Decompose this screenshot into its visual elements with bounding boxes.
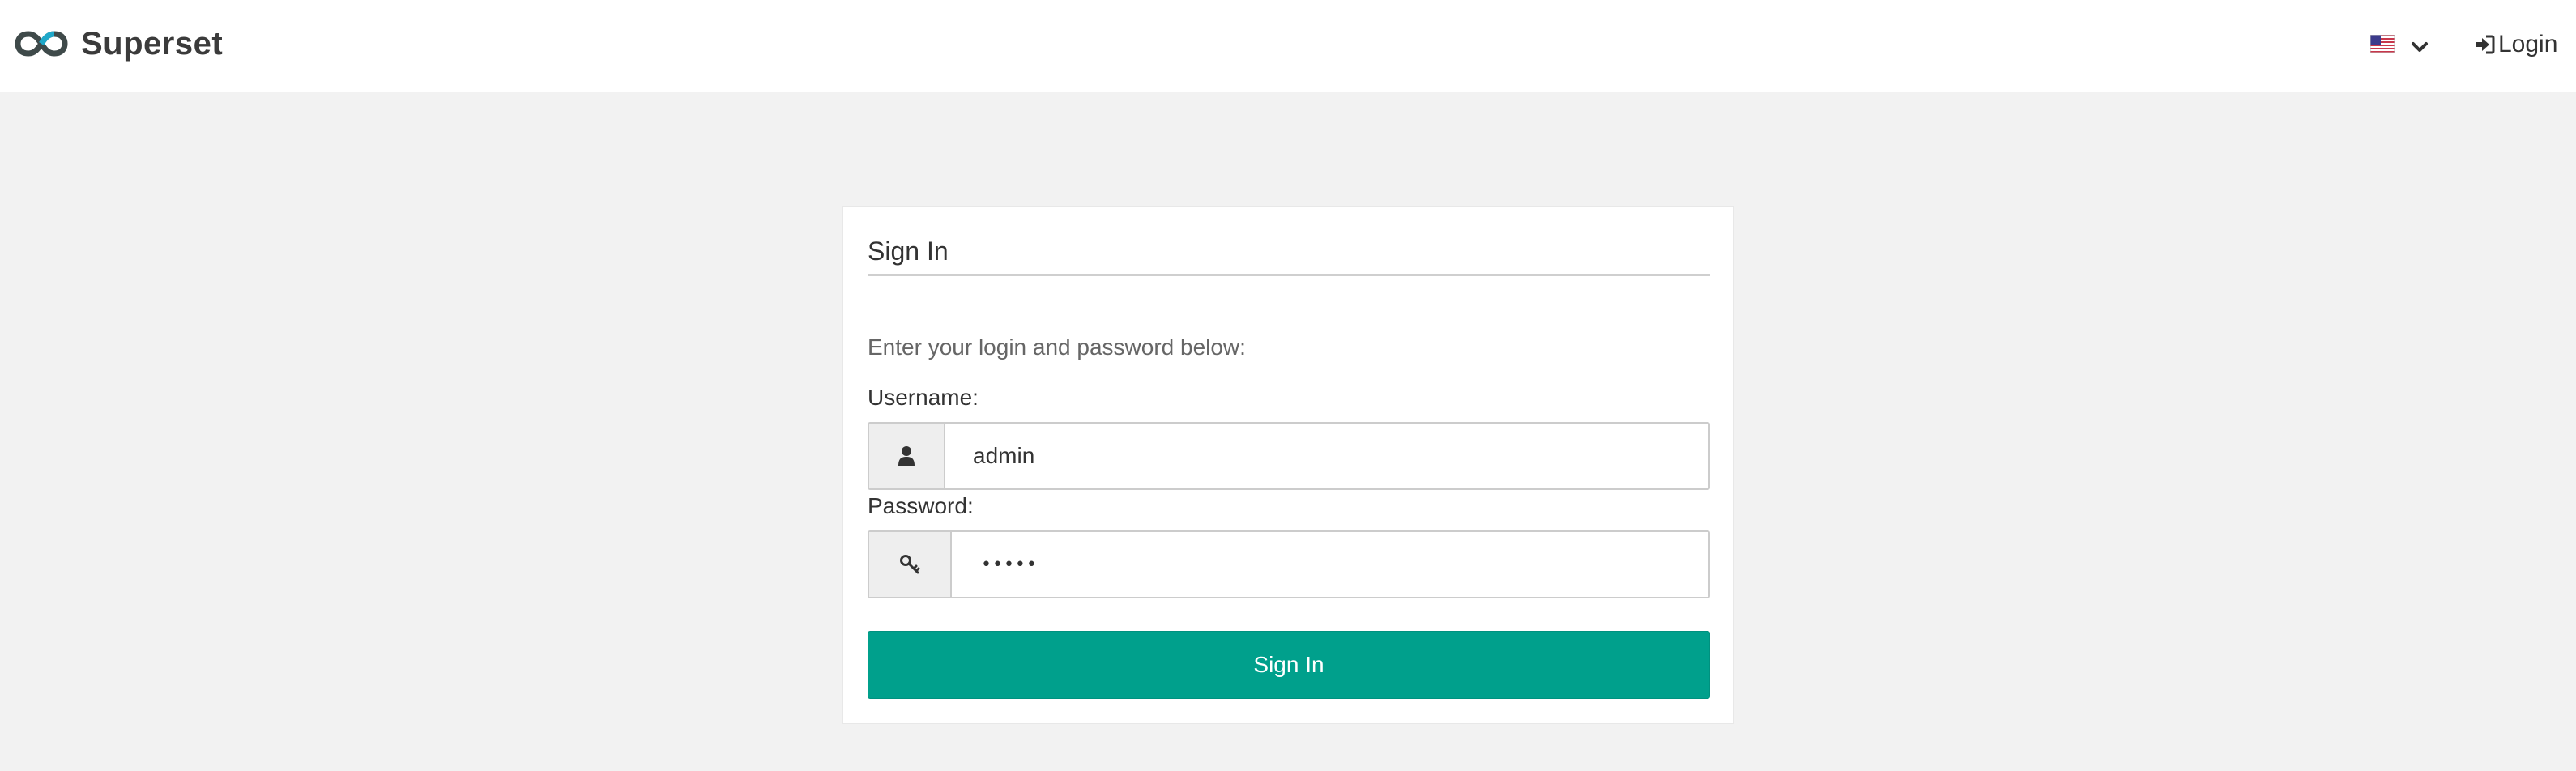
- key-icon: [900, 555, 920, 574]
- password-input[interactable]: [952, 532, 1708, 597]
- language-selector[interactable]: [2370, 34, 2429, 53]
- password-label: Password:: [868, 493, 974, 518]
- password-addon: [869, 532, 952, 597]
- username-field-group: [868, 422, 1710, 490]
- login-link[interactable]: Login: [2474, 31, 2557, 58]
- chevron-down-icon: [2412, 42, 2428, 52]
- sign-in-icon: [2476, 35, 2495, 54]
- brand[interactable]: Superset: [15, 21, 223, 66]
- user-icon: [898, 446, 915, 466]
- superset-logo-icon: [15, 31, 68, 57]
- password-field-group: [868, 530, 1710, 598]
- username-input[interactable]: [945, 424, 1708, 488]
- top-navbar: Superset Login: [0, 0, 2576, 92]
- us-flag-icon: [2370, 35, 2395, 53]
- login-instructions: Enter your login and password below:: [868, 334, 1246, 360]
- username-addon: [869, 424, 945, 488]
- login-panel: Sign In Enter your login and password be…: [842, 206, 1734, 724]
- panel-title: Sign In: [868, 231, 1710, 276]
- username-label: Username:: [868, 385, 979, 410]
- login-label: Login: [2498, 31, 2558, 58]
- brand-name: Superset: [81, 25, 224, 62]
- sign-in-button[interactable]: Sign In: [868, 631, 1710, 699]
